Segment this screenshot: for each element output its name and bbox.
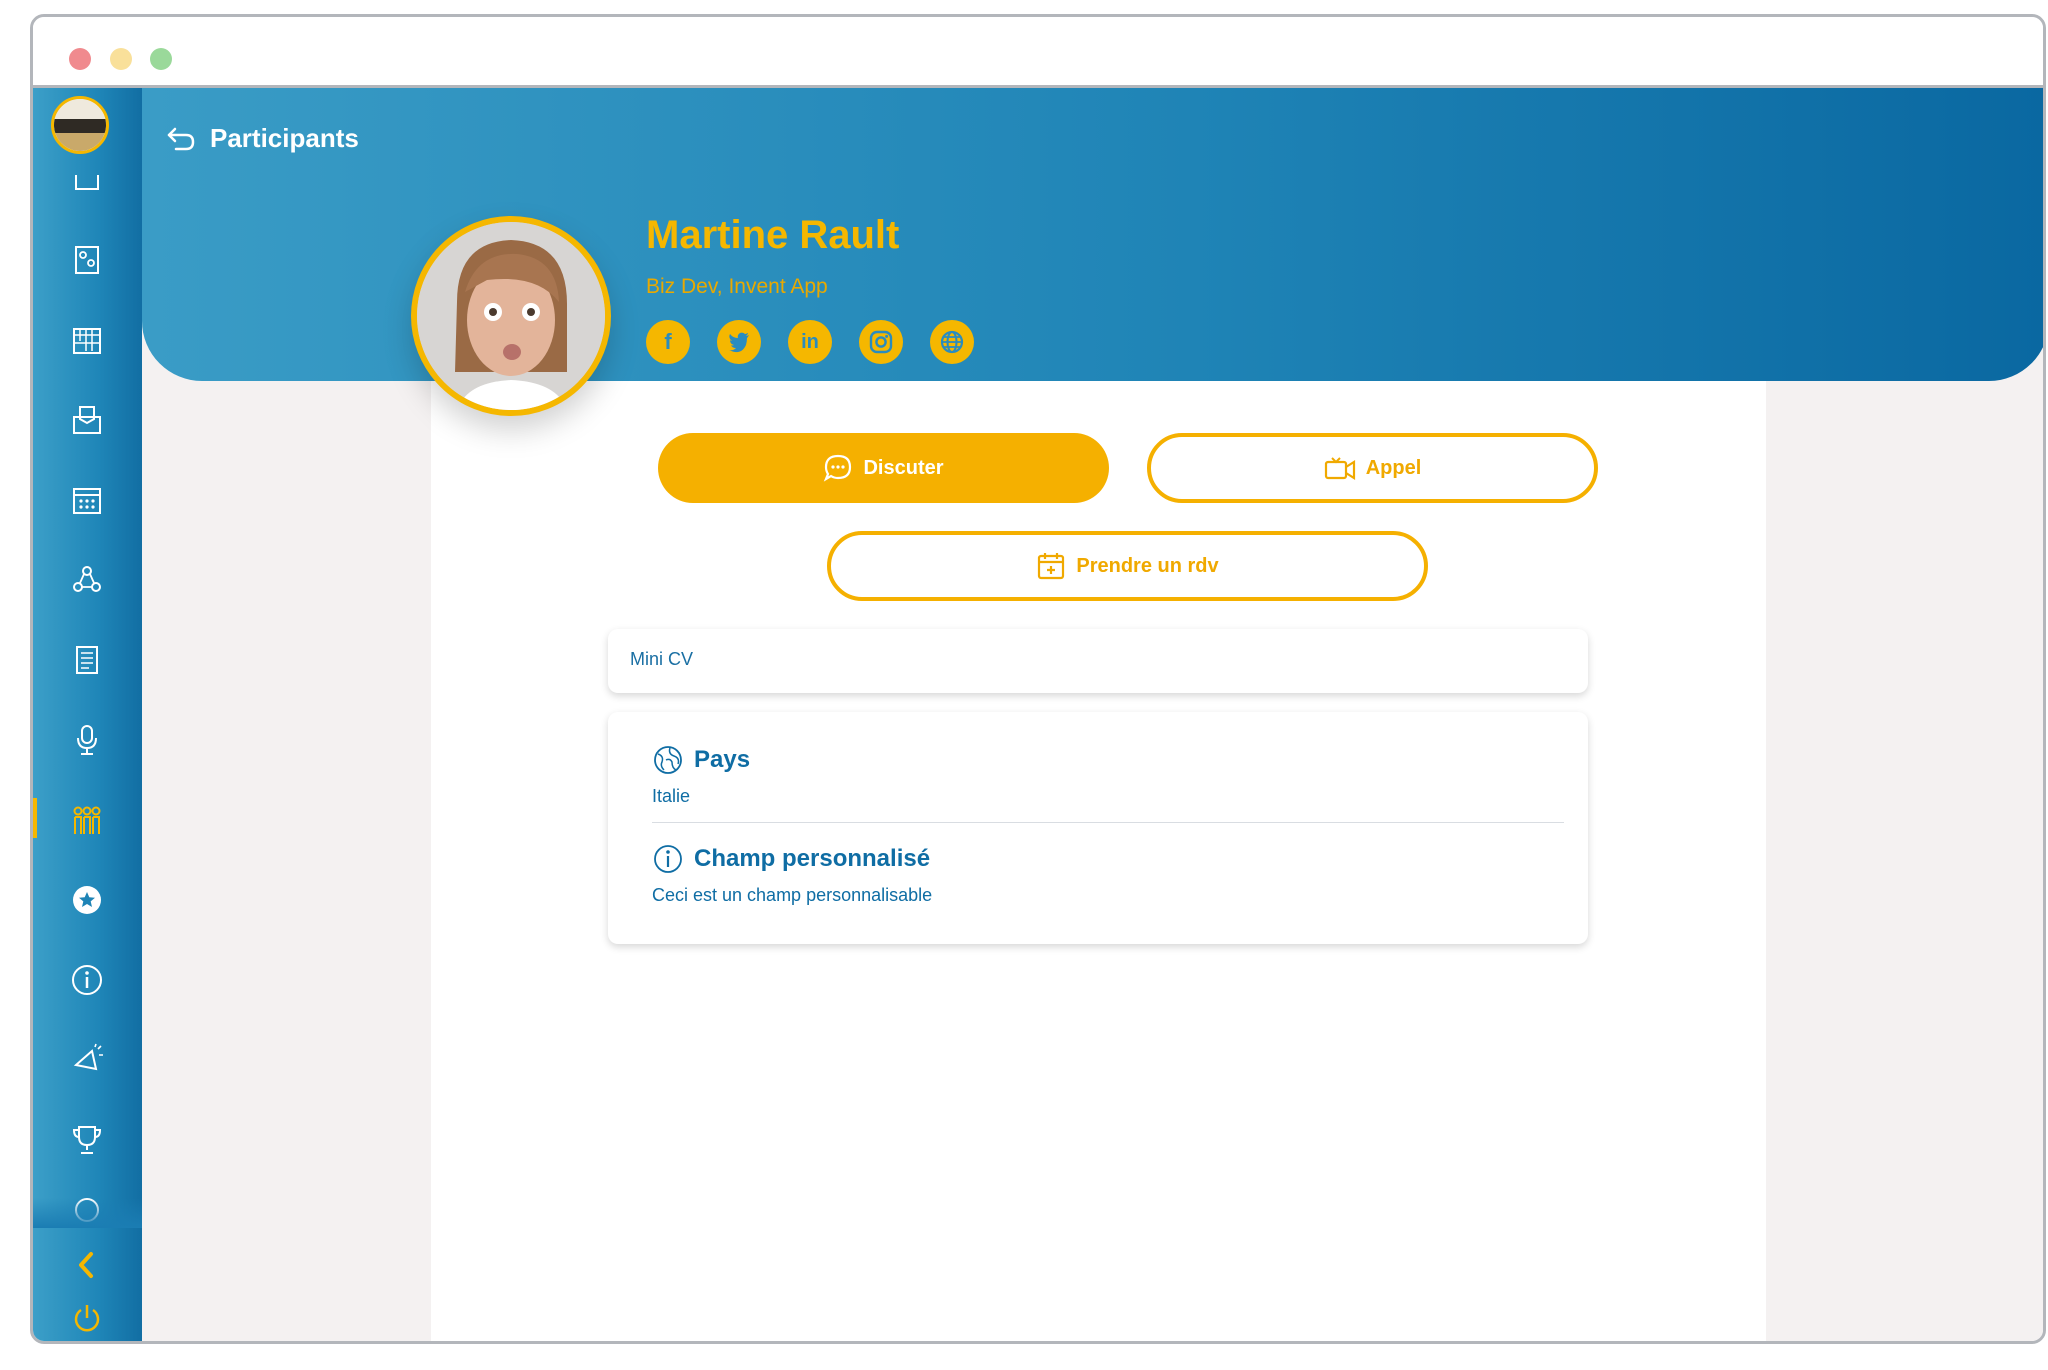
info-icon xyxy=(654,845,682,873)
back-button[interactable]: Participants xyxy=(166,118,359,158)
sidebar-item-participants[interactable] xyxy=(33,788,142,848)
sidebar-scroll-fade xyxy=(33,1198,142,1228)
active-indicator xyxy=(33,798,37,838)
schedule-icon xyxy=(73,488,101,514)
field-country-title: Pays xyxy=(652,744,750,776)
user-avatar[interactable] xyxy=(51,96,109,154)
megaphone-icon xyxy=(73,1043,103,1071)
sidebar-item-home[interactable] xyxy=(33,158,142,218)
logout-button[interactable] xyxy=(33,1286,142,1341)
sidebar xyxy=(33,88,142,1341)
field-country-value: Italie xyxy=(652,786,691,806)
linkedin-icon[interactable]: in xyxy=(788,320,832,364)
back-arrow-icon xyxy=(167,127,195,151)
participant-role: Biz Dev, Invent App xyxy=(646,275,828,298)
facebook-icon[interactable]: f xyxy=(646,320,690,364)
sidebar-item-calendar[interactable] xyxy=(33,308,142,368)
map-icon xyxy=(75,246,99,274)
back-label[interactable]: Participants xyxy=(210,123,359,154)
trophy-icon xyxy=(72,1126,102,1154)
inbox-icon xyxy=(73,406,101,434)
document-icon xyxy=(76,646,98,674)
minimize-window-dot[interactable] xyxy=(110,48,132,70)
browser-window: Participants Martine Rault Biz Dev, Inve… xyxy=(30,14,2046,1344)
calendar-icon xyxy=(73,328,101,354)
chat-button[interactable]: Discuter xyxy=(658,433,1109,503)
mini-cv-card[interactable]: Mini CV xyxy=(608,629,1588,693)
sidebar-item-favorites[interactable] xyxy=(33,868,142,928)
sidebar-item-network[interactable] xyxy=(33,548,142,608)
sidebar-item-announcements[interactable] xyxy=(33,1028,142,1088)
favorite-icon xyxy=(73,886,101,914)
call-button[interactable]: Appel xyxy=(1147,433,1598,503)
participants-icon xyxy=(73,806,101,834)
video-call-icon xyxy=(1324,457,1355,480)
sidebar-item-sessions[interactable] xyxy=(33,708,142,768)
sidebar-item-schedule[interactable] xyxy=(33,468,142,528)
maximize-window-dot[interactable] xyxy=(150,48,172,70)
calendar-add-icon xyxy=(1038,553,1065,580)
profile-fields-card: Pays Italie Champ personnalisé Ceci est … xyxy=(608,712,1588,944)
chat-button-label[interactable]: Discuter xyxy=(863,457,943,480)
field-custom-value: Ceci est un champ personnalisable xyxy=(652,885,933,905)
field-custom-label: Champ personnalisé xyxy=(694,845,931,872)
chat-bubble-icon xyxy=(824,454,852,482)
microphone-icon xyxy=(77,725,97,755)
call-button-label[interactable]: Appel xyxy=(1366,457,1422,480)
sidebar-item-map[interactable] xyxy=(33,228,142,288)
app-content: Participants Martine Rault Biz Dev, Inve… xyxy=(33,88,2043,1341)
twitter-icon[interactable] xyxy=(717,320,761,364)
network-icon xyxy=(73,566,101,592)
field-country-label: Pays xyxy=(694,746,751,773)
book-meeting-label[interactable]: Prendre un rdv xyxy=(1076,555,1218,578)
sidebar-item-inbox[interactable] xyxy=(33,388,142,448)
social-links: f in xyxy=(646,320,974,364)
instagram-icon[interactable] xyxy=(859,320,903,364)
chevron-left-icon xyxy=(79,1252,93,1278)
home-icon xyxy=(75,175,99,190)
window-titlebar xyxy=(33,17,2043,88)
close-window-dot[interactable] xyxy=(69,48,91,70)
power-icon xyxy=(74,1305,100,1332)
participant-name: Martine Rault xyxy=(646,213,900,257)
collapse-sidebar-button[interactable] xyxy=(33,1233,142,1293)
profile-photo xyxy=(411,216,611,416)
sidebar-item-documents[interactable] xyxy=(33,628,142,688)
info-icon xyxy=(72,965,102,995)
mini-cv-label: Mini CV xyxy=(630,649,694,669)
field-custom-title: Champ personnalisé xyxy=(652,843,930,875)
sidebar-item-awards[interactable] xyxy=(33,1108,142,1168)
globe-icon xyxy=(654,746,682,774)
globe-icon[interactable] xyxy=(930,320,974,364)
field-divider xyxy=(652,822,1564,823)
book-meeting-button[interactable]: Prendre un rdv xyxy=(827,531,1428,601)
sidebar-item-info[interactable] xyxy=(33,948,142,1008)
